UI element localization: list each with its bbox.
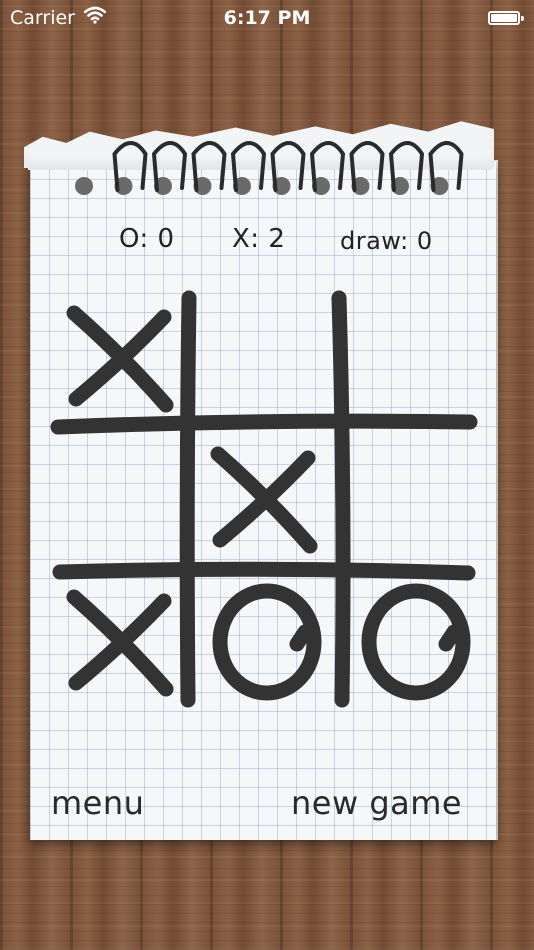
grid-line-vertical-1 (179, 290, 197, 708)
new-game-button[interactable]: new game (291, 784, 462, 822)
board-cell-2-0[interactable] (60, 578, 182, 706)
board-cell-1-2[interactable] (348, 432, 480, 566)
board-cell-2-1[interactable] (195, 578, 335, 706)
grid-line-horizontal-2 (52, 561, 476, 581)
board-cell-1-1[interactable] (195, 432, 335, 566)
grid-line-vertical-2 (331, 290, 351, 708)
board-cell-1-0[interactable] (60, 432, 182, 566)
menu-button[interactable]: menu (51, 784, 144, 822)
board-cell-0-0[interactable] (60, 296, 182, 420)
board-cell-2-2[interactable] (348, 578, 480, 706)
board-cell-0-2[interactable] (348, 296, 480, 420)
board-cell-0-1[interactable] (195, 296, 335, 420)
grid-line-horizontal-1 (50, 413, 478, 435)
